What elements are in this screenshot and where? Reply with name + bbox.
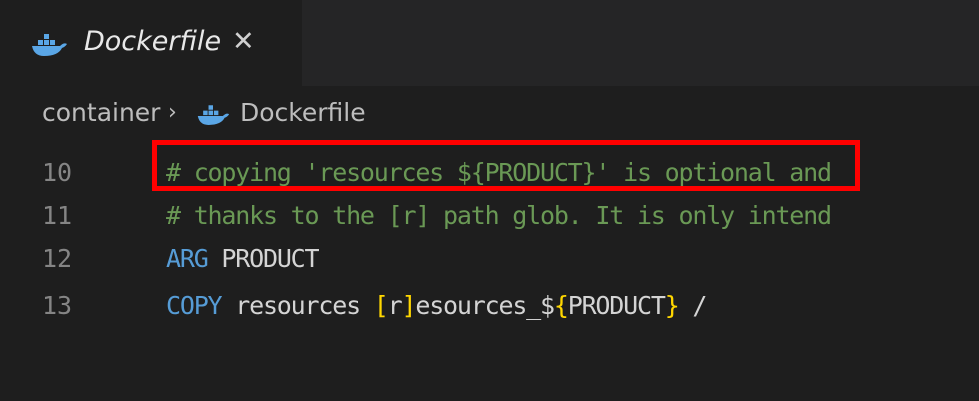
keyword-arg: ARG: [166, 244, 209, 273]
bracket-open: [: [373, 291, 389, 320]
code-line: 11 # thanks to the [r] path glob. It is …: [0, 195, 979, 239]
code-statement: COPY resources [r]esources_${PRODUCT} /: [166, 291, 707, 320]
line-number: 10: [42, 158, 73, 187]
code-text: resources: [221, 291, 374, 320]
tab-label: Dockerfile: [84, 26, 222, 57]
code-text: esources_$: [415, 291, 555, 320]
code-text: r: [387, 291, 403, 320]
tab-dockerfile[interactable]: Dockerfile ✕: [0, 0, 302, 86]
keyword-copy: COPY: [166, 291, 223, 320]
line-number: 13: [42, 291, 73, 320]
breadcrumb: container › Dockerfile: [0, 86, 979, 142]
line-number: 11: [42, 201, 73, 230]
brace-open: {: [553, 291, 569, 320]
code-text: /: [678, 291, 707, 320]
highlight-annotation-box: [152, 140, 860, 191]
code-text: PRODUCT: [567, 291, 666, 320]
bracket-close: ]: [401, 291, 417, 320]
docker-icon: [197, 105, 230, 125]
arg-name: PRODUCT: [207, 244, 319, 273]
docker-icon: [32, 34, 67, 56]
breadcrumb-file[interactable]: Dockerfile: [240, 98, 366, 127]
code-line: 12 ARG PRODUCT: [0, 238, 979, 282]
brace-close: }: [664, 291, 680, 320]
line-number: 12: [42, 244, 73, 273]
code-statement: ARG PRODUCT: [166, 244, 320, 273]
breadcrumb-folder[interactable]: container: [42, 98, 160, 127]
code-line: 13 COPY resources [r]esources_${PRODUCT}…: [0, 285, 979, 329]
code-comment: # thanks to the [r] path glob. It is onl…: [166, 201, 832, 230]
tab-bar: Dockerfile ✕: [0, 0, 979, 86]
chevron-right-icon: ›: [168, 100, 177, 125]
close-icon[interactable]: ✕: [232, 26, 255, 58]
